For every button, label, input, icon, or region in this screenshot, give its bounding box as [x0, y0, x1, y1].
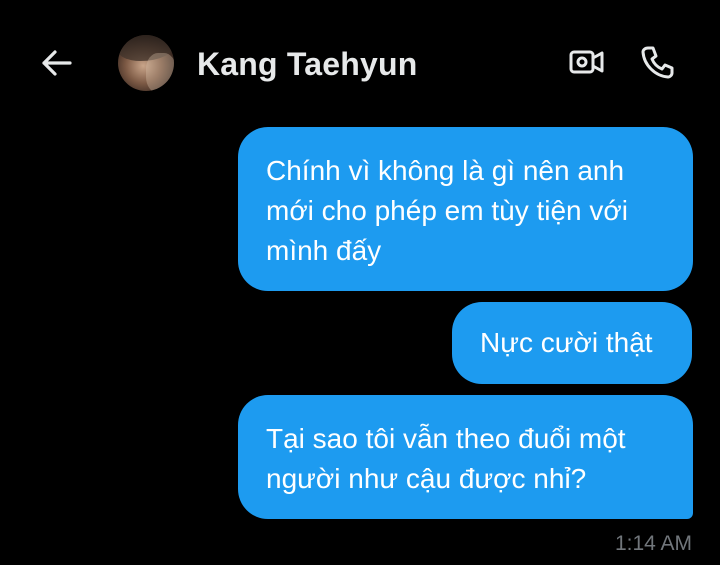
message-bubble[interactable]: Nực cười thật: [452, 302, 692, 384]
voice-call-button[interactable]: [636, 42, 678, 82]
conversation-header: Kang Taehyun: [0, 0, 720, 126]
video-call-button[interactable]: [566, 44, 608, 80]
message-text: Nực cười thật: [480, 327, 653, 358]
message-text: người như cậu được nhỉ?: [266, 463, 587, 494]
arrow-left-icon: [42, 50, 72, 76]
message-bubble[interactable]: Tại sao tôi vẫn theo đuổi một người như …: [238, 395, 693, 519]
message-timestamp: 1:14 AM: [614, 532, 692, 555]
message-text: Tại sao tôi vẫn theo đuổi một: [266, 423, 626, 454]
avatar[interactable]: [118, 35, 174, 91]
message-text: Chính vì không là gì nên anh: [266, 155, 625, 186]
contact-name[interactable]: Kang Taehyun: [197, 46, 418, 83]
phone-icon: [641, 46, 674, 79]
back-button[interactable]: [34, 44, 78, 82]
message-bubble[interactable]: Chính vì không là gì nên anh mới cho phé…: [238, 127, 693, 291]
message-text: mới cho phép em tùy tiện với: [266, 195, 628, 226]
video-camera-icon: [569, 50, 604, 74]
message-text: mình đấy: [266, 235, 382, 266]
